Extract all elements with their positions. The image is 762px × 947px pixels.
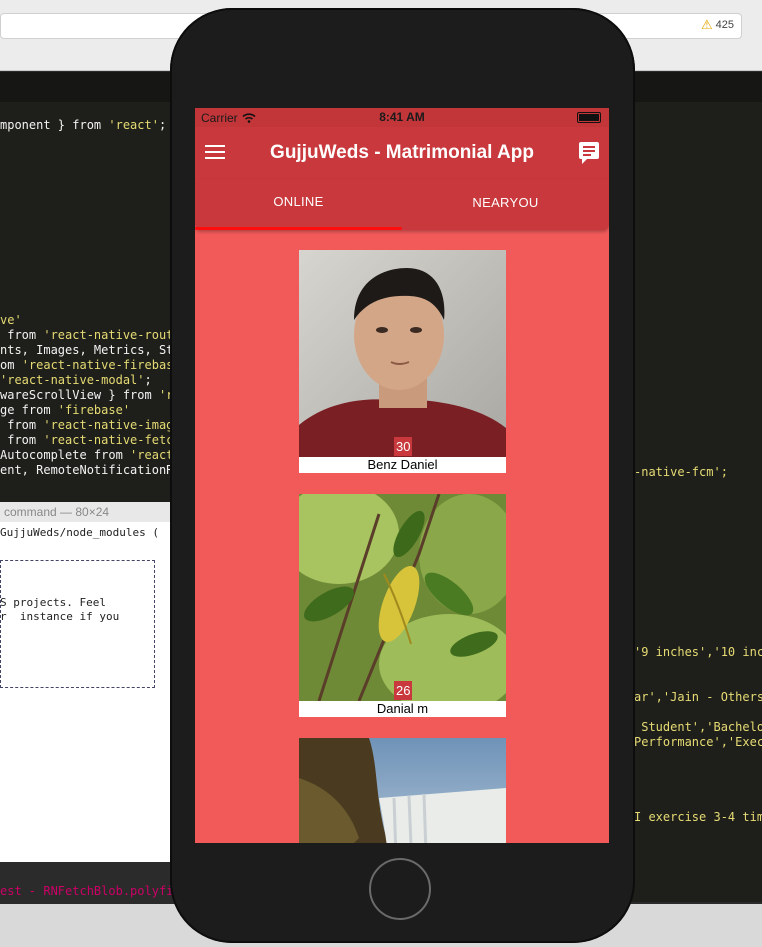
terminal-line: S projects. Feel bbox=[0, 596, 106, 609]
status-time: 8:41 AM bbox=[379, 110, 425, 124]
tab-nearyou[interactable]: NEARYOU bbox=[402, 179, 609, 227]
app-title: GujjuWeds - Matrimonial App bbox=[270, 142, 534, 163]
tab-online[interactable]: ONLINE bbox=[195, 179, 402, 227]
home-button[interactable] bbox=[369, 858, 431, 920]
active-tab-indicator bbox=[195, 227, 402, 230]
chat-icon[interactable] bbox=[579, 142, 599, 164]
phone-screen: Carrier 8:41 AM GujjuWeds - Matrimonial … bbox=[195, 108, 609, 843]
profile-photo bbox=[299, 250, 506, 457]
code-line: nts, Images, Metrics, Sty bbox=[0, 343, 181, 357]
code-line: -native-fcm'; bbox=[634, 465, 728, 479]
warning-icon: ⚠ bbox=[700, 17, 713, 32]
warning-badge[interactable]: ⚠ 425 bbox=[701, 17, 734, 33]
code-line: ve' bbox=[0, 313, 22, 327]
terminal-path: GujjuWeds/node_modules ( bbox=[0, 526, 159, 539]
status-bar: Carrier 8:41 AM bbox=[195, 108, 609, 127]
profile-photo bbox=[299, 738, 506, 843]
code-line: '9 inches','10 inch bbox=[634, 645, 762, 659]
code-line: ent, RemoteNotificationRe bbox=[0, 463, 181, 477]
code-line: om 'react-native-firebase bbox=[0, 358, 181, 372]
profile-name: Danial m bbox=[299, 701, 506, 717]
terminal-line: r instance if you bbox=[0, 610, 120, 623]
terminal-window[interactable]: GujjuWeds/node_modules ( S projects. Fee… bbox=[0, 522, 170, 862]
code-line: ar','Jain - Others bbox=[634, 690, 762, 704]
age-badge: 30 bbox=[394, 437, 413, 456]
code-line: Student','Bachelo bbox=[634, 720, 762, 734]
code-line: from 'react-native-fetch bbox=[0, 433, 181, 447]
code-line: Performance','Execu bbox=[634, 735, 762, 749]
code-line: 'react-native-modal'; bbox=[0, 373, 152, 387]
profile-name: Benz Daniel bbox=[299, 457, 506, 473]
bottom-code-line: est - RNFetchBlob.polyfil bbox=[0, 884, 181, 898]
code-lines-left: mponent } from 'react'; ve' from 'react-n… bbox=[0, 118, 181, 478]
profile-photo bbox=[299, 494, 506, 701]
warning-count: 425 bbox=[715, 19, 734, 31]
app-bar: GujjuWeds - Matrimonial App bbox=[195, 127, 609, 179]
code-line: Autocomplete from 'react- bbox=[0, 448, 181, 462]
code-line: from 'react-native-route bbox=[0, 328, 181, 342]
terminal-title: command — 80×24 bbox=[0, 502, 174, 522]
code-line: wareScrollView } from 're bbox=[0, 388, 181, 402]
battery-icon bbox=[577, 112, 601, 123]
code-line: ge from 'firebase' bbox=[0, 403, 131, 417]
code-line: mponent } from 'react'; bbox=[0, 118, 167, 132]
terminal-message-box bbox=[0, 560, 155, 688]
code-line: from 'react-native-image bbox=[0, 418, 181, 432]
tab-bar: ONLINE NEARYOU bbox=[195, 179, 609, 230]
age-badge: 26 bbox=[394, 681, 413, 700]
code-line: I exercise 3-4 time bbox=[634, 810, 762, 824]
